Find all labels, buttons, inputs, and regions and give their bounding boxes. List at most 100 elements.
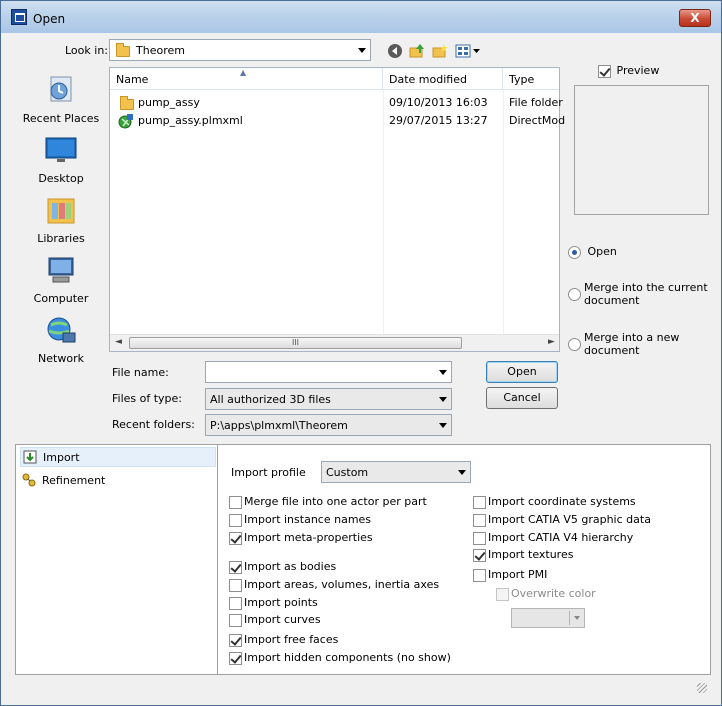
import-free-faces-option[interactable]: Import free faces bbox=[229, 633, 338, 647]
checkbox-box bbox=[496, 587, 509, 601]
place-network[interactable]: Network bbox=[15, 315, 107, 365]
cancel-button[interactable]: Cancel bbox=[486, 387, 558, 409]
option-label: Import meta-properties bbox=[244, 531, 373, 544]
import-pmi-option[interactable]: Import PMI bbox=[473, 568, 547, 582]
import-profile-value: Custom bbox=[326, 466, 369, 479]
resize-grip-icon[interactable] bbox=[697, 683, 707, 693]
plmxml-file-icon bbox=[118, 114, 133, 129]
open-radio[interactable]: Open bbox=[568, 245, 617, 259]
new-folder-icon[interactable] bbox=[432, 43, 448, 59]
radio-dot bbox=[568, 245, 581, 259]
view-menu-icon[interactable] bbox=[455, 43, 481, 59]
checkbox-box bbox=[598, 64, 611, 78]
status-bar bbox=[15, 677, 711, 697]
radio-label: Open bbox=[587, 245, 617, 258]
merge-file-option[interactable]: Merge file into one actor per part bbox=[229, 495, 427, 509]
title-bar[interactable]: Open X bbox=[1, 1, 721, 33]
table-row[interactable]: pump_assy.plmxml 29/07/2015 13:27 Direct… bbox=[110, 112, 565, 130]
radio-label: Merge into the current bbox=[584, 281, 708, 294]
open-dialog: Open X Look in: Theorem Recent Places De… bbox=[0, 0, 722, 706]
import-textures-option[interactable]: Import textures bbox=[473, 548, 573, 562]
desktop-icon bbox=[45, 137, 77, 162]
scroll-right-icon[interactable]: ► bbox=[548, 337, 555, 347]
column-header-name[interactable]: ▲ Name bbox=[110, 68, 383, 90]
file-list[interactable]: ▲ Name Date modified Type pump_assy 09/1… bbox=[109, 67, 565, 352]
place-label: Libraries bbox=[37, 232, 85, 245]
import-options-panel: Import Refinement Import profile Custom … bbox=[15, 444, 711, 675]
color-picker-divider bbox=[569, 611, 570, 625]
column-header-date[interactable]: Date modified bbox=[383, 68, 503, 90]
place-libraries[interactable]: Libraries bbox=[15, 195, 107, 245]
close-button[interactable]: X bbox=[679, 9, 711, 27]
place-computer[interactable]: Computer bbox=[15, 255, 107, 305]
import-catia-v5-option[interactable]: Import CATIA V5 graphic data bbox=[473, 513, 651, 527]
places-bar: Recent Places Desktop Libraries Computer bbox=[15, 67, 107, 367]
chevron-down-icon bbox=[358, 48, 366, 53]
preview-label: Preview bbox=[616, 64, 660, 77]
option-label: Import as bodies bbox=[244, 560, 337, 573]
import-profile-dropdown[interactable]: Custom bbox=[321, 461, 471, 483]
tree-item-refinement[interactable]: Refinement bbox=[20, 471, 216, 491]
chevron-down-icon bbox=[439, 370, 447, 375]
checkbox-box bbox=[473, 531, 486, 545]
up-folder-icon[interactable] bbox=[409, 43, 425, 59]
folder-icon bbox=[116, 43, 130, 57]
import-meta-properties-option[interactable]: Import meta-properties bbox=[229, 531, 373, 545]
option-label: Import areas, volumes, inertia axes bbox=[244, 578, 440, 591]
recent-folders-label: Recent folders: bbox=[112, 418, 195, 431]
horizontal-scrollbar[interactable]: ◄ III ► bbox=[110, 334, 559, 351]
import-points-option[interactable]: Import points bbox=[229, 596, 318, 610]
column-label: Type bbox=[509, 73, 535, 86]
tree-item-label: Refinement bbox=[42, 474, 106, 487]
back-icon[interactable] bbox=[387, 43, 403, 59]
preview-checkbox[interactable]: Preview bbox=[598, 64, 659, 78]
tree-item-import[interactable]: Import bbox=[20, 447, 216, 467]
table-row[interactable]: pump_assy 09/10/2013 16:03 File folder bbox=[110, 94, 563, 112]
open-button[interactable]: Open bbox=[486, 361, 558, 383]
option-label: Import curves bbox=[244, 613, 321, 626]
file-date: 29/07/2015 13:27 bbox=[389, 114, 488, 127]
option-label: Import textures bbox=[488, 548, 574, 561]
file-name: pump_assy.plmxml bbox=[138, 114, 243, 127]
import-profile-label: Import profile bbox=[231, 466, 306, 479]
import-as-bodies-option[interactable]: Import as bodies bbox=[229, 560, 336, 574]
scroll-left-icon[interactable]: ◄ bbox=[115, 337, 122, 347]
files-of-type-dropdown[interactable]: All authorized 3D files bbox=[205, 388, 452, 410]
checkbox-box bbox=[229, 613, 242, 627]
sort-ascending-icon: ▲ bbox=[240, 68, 247, 77]
import-instance-names-option[interactable]: Import instance names bbox=[229, 513, 371, 527]
refinement-icon bbox=[22, 473, 36, 487]
look-in-dropdown[interactable]: Theorem bbox=[109, 39, 371, 61]
import-catia-v4-option[interactable]: Import CATIA V4 hierarchy bbox=[473, 531, 633, 545]
preview-pane bbox=[574, 85, 709, 215]
scroll-thumb[interactable]: III bbox=[129, 337, 462, 349]
import-coordinate-systems-option[interactable]: Import coordinate systems bbox=[473, 495, 636, 509]
look-in-value: Theorem bbox=[136, 44, 185, 57]
computer-icon bbox=[48, 257, 74, 283]
file-type: File folder bbox=[509, 96, 563, 109]
checkbox-box bbox=[229, 513, 242, 527]
column-header-type[interactable]: Type bbox=[503, 68, 559, 90]
import-areas-option[interactable]: Import areas, volumes, inertia axes bbox=[229, 578, 439, 592]
libraries-icon bbox=[47, 198, 75, 224]
import-icon bbox=[23, 450, 37, 464]
chevron-down-icon bbox=[574, 616, 580, 620]
color-picker[interactable] bbox=[511, 608, 585, 628]
checkbox-box bbox=[229, 531, 242, 545]
file-name-label: File name: bbox=[112, 366, 169, 379]
checkbox-box bbox=[229, 651, 242, 665]
recent-folders-value: P:\apps\plmxml\Theorem bbox=[210, 419, 348, 432]
recent-folders-dropdown[interactable]: P:\apps\plmxml\Theorem bbox=[205, 414, 452, 436]
option-label: Import points bbox=[244, 596, 318, 609]
tree-item-label: Import bbox=[43, 451, 80, 464]
place-desktop[interactable]: Desktop bbox=[15, 135, 107, 185]
option-label: Import CATIA V5 graphic data bbox=[488, 513, 651, 526]
import-curves-option[interactable]: Import curves bbox=[229, 613, 321, 627]
overwrite-color-option[interactable]: Overwrite color bbox=[496, 587, 596, 601]
column-label: Name bbox=[116, 73, 149, 86]
option-label: Merge file into one actor per part bbox=[244, 495, 427, 508]
file-name-input[interactable] bbox=[205, 361, 452, 383]
import-hidden-components-option[interactable]: Import hidden components (no show) bbox=[229, 651, 451, 665]
place-recent-places[interactable]: Recent Places bbox=[15, 75, 107, 125]
place-label: Recent Places bbox=[22, 112, 100, 125]
